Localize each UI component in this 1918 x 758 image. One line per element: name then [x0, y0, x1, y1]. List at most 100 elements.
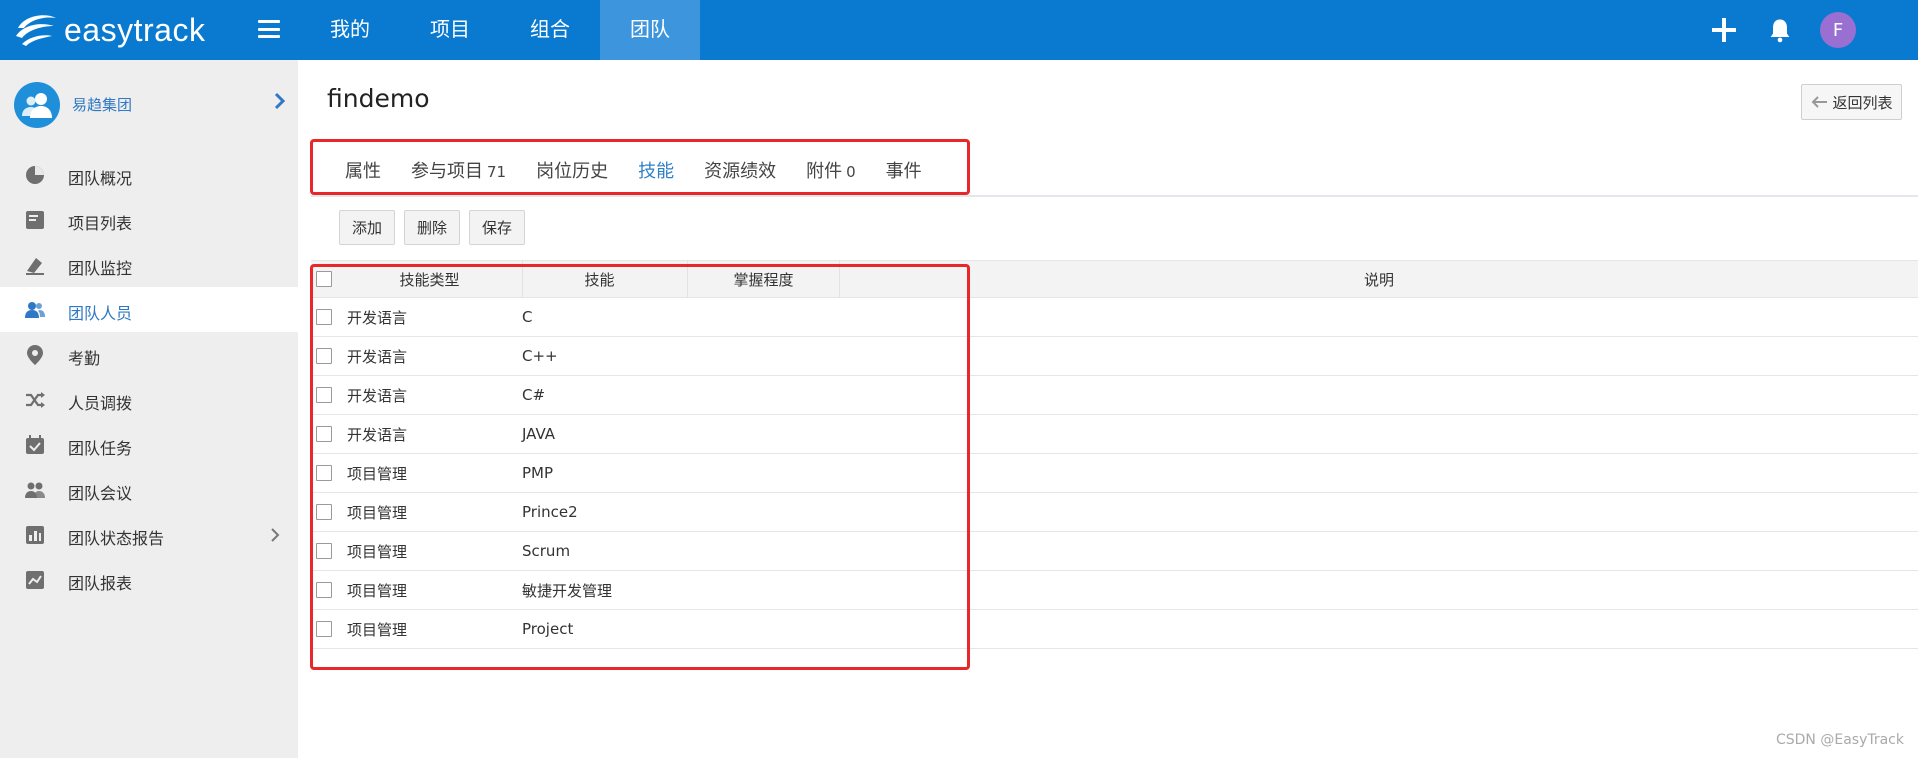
sidebar-item-team-tasks[interactable]: 团队任务 [0, 422, 298, 467]
row-checkbox[interactable] [316, 348, 332, 364]
row-checkbox[interactable] [316, 504, 332, 520]
cell-description[interactable] [840, 532, 1918, 570]
sidebar-item-team-members[interactable]: 团队人员 [0, 287, 298, 332]
sidebar: 易趋集团 团队概况 项目列表 团队监控 团队人员 考勤 人员调拨 团队任务 团队… [0, 60, 298, 758]
cell-description[interactable] [840, 454, 1918, 492]
cell-skill[interactable]: C++ [512, 337, 688, 375]
cell-description[interactable] [840, 376, 1918, 414]
table-row[interactable]: 项目管理 Prince2 [311, 493, 1918, 532]
nav-item-mine[interactable]: 我的 [300, 0, 400, 60]
save-button[interactable]: 保存 [469, 210, 526, 245]
table-row[interactable]: 开发语言 JAVA [311, 415, 1918, 454]
cell-skill-type[interactable]: 项目管理 [337, 610, 523, 648]
cell-skill-type[interactable]: 项目管理 [337, 454, 523, 492]
cell-skill[interactable]: C# [512, 376, 688, 414]
tab-resource-performance[interactable]: 资源绩效 [689, 152, 791, 196]
cell-skill[interactable]: PMP [512, 454, 688, 492]
cell-skill[interactable]: JAVA [512, 415, 688, 453]
cell-proficiency[interactable] [688, 376, 840, 414]
cell-description[interactable] [840, 610, 1918, 648]
sidebar-item-team-reports[interactable]: 团队报表 [0, 557, 298, 602]
back-to-list-button[interactable]: 返回列表 [1801, 84, 1902, 120]
tab-label: 资源绩效 [704, 161, 777, 182]
cell-proficiency[interactable] [688, 493, 840, 531]
nav-item-team[interactable]: 团队 [600, 0, 700, 60]
menu-toggle-icon[interactable] [258, 20, 280, 38]
cell-skill[interactable]: Project [512, 610, 688, 648]
row-checkbox[interactable] [316, 621, 332, 637]
row-checkbox[interactable] [316, 465, 332, 481]
sidebar-item-staff-transfer[interactable]: 人员调拨 [0, 377, 298, 422]
cell-proficiency[interactable] [688, 298, 840, 336]
row-checkbox[interactable] [316, 387, 332, 403]
chevron-right-icon[interactable] [274, 92, 286, 110]
tab-projects[interactable]: 参与项目 71 [396, 152, 521, 196]
tab-attributes[interactable]: 属性 [330, 152, 396, 196]
user-avatar[interactable]: F [1820, 12, 1856, 48]
cell-skill-type[interactable]: 开发语言 [337, 415, 523, 453]
cell-skill-type[interactable]: 开发语言 [337, 337, 523, 375]
row-checkbox[interactable] [316, 543, 332, 559]
sidebar-item-attendance[interactable]: 考勤 [0, 332, 298, 377]
nav-item-portfolio[interactable]: 组合 [500, 0, 600, 60]
delete-button[interactable]: 删除 [404, 210, 461, 245]
add-button[interactable]: 添加 [339, 210, 396, 245]
table-row[interactable]: 项目管理 PMP [311, 454, 1918, 493]
column-header-skill-type[interactable]: 技能类型 [337, 261, 523, 297]
cell-description[interactable] [840, 571, 1918, 609]
row-select-cell [311, 610, 337, 648]
cell-proficiency[interactable] [688, 454, 840, 492]
team-people-icon [22, 93, 52, 118]
cell-description[interactable] [840, 493, 1918, 531]
cell-skill[interactable]: C [512, 298, 688, 336]
cell-skill-type[interactable]: 开发语言 [337, 298, 523, 336]
row-checkbox[interactable] [316, 582, 332, 598]
column-header-skill[interactable]: 技能 [512, 261, 688, 297]
table-row[interactable]: 项目管理 Project [311, 610, 1918, 649]
cell-proficiency[interactable] [688, 610, 840, 648]
row-checkbox[interactable] [316, 426, 332, 442]
sidebar-item-monitor[interactable]: 团队监控 [0, 242, 298, 287]
table-row[interactable]: 开发语言 C [311, 298, 1918, 337]
sidebar-item-status-report[interactable]: 团队状态报告 [0, 512, 298, 557]
cell-skill-type[interactable]: 项目管理 [337, 571, 523, 609]
cell-proficiency[interactable] [688, 415, 840, 453]
cell-skill-type[interactable]: 项目管理 [337, 493, 523, 531]
table-row[interactable]: 项目管理 敏捷开发管理 [311, 571, 1918, 610]
tab-count: 71 [487, 163, 507, 181]
tab-count: 0 [846, 163, 856, 181]
cell-skill-type[interactable]: 项目管理 [337, 532, 523, 570]
cell-skill[interactable]: Prince2 [512, 493, 688, 531]
sidebar-item-team-meetings[interactable]: 团队会议 [0, 467, 298, 512]
table-row[interactable]: 项目管理 Scrum [311, 532, 1918, 571]
team-header[interactable]: 易趋集团 [0, 60, 298, 148]
tab-position-history[interactable]: 岗位历史 [521, 152, 623, 196]
sidebar-item-label: 人员调拨 [68, 394, 133, 413]
select-all-checkbox[interactable] [316, 271, 332, 287]
tab-events[interactable]: 事件 [871, 152, 937, 196]
tab-skills[interactable]: 技能 [623, 152, 690, 196]
add-icon[interactable] [1710, 16, 1738, 44]
tab-attachments[interactable]: 附件 0 [791, 152, 871, 196]
cell-proficiency[interactable] [688, 571, 840, 609]
bell-icon[interactable] [1766, 16, 1794, 44]
nav-item-projects[interactable]: 项目 [400, 0, 500, 60]
cell-description[interactable] [840, 298, 1918, 336]
sidebar-item-project-list[interactable]: 项目列表 [0, 197, 298, 242]
cell-skill[interactable]: 敏捷开发管理 [512, 571, 688, 609]
table-row[interactable]: 开发语言 C++ [311, 337, 1918, 376]
sidebar-item-label: 团队状态报告 [68, 529, 165, 548]
table-row[interactable]: 开发语言 C# [311, 376, 1918, 415]
cell-proficiency[interactable] [688, 532, 840, 570]
column-header-description[interactable]: 说明 [840, 261, 1918, 297]
tab-label: 技能 [638, 161, 675, 182]
brand-logo[interactable]: easytrack [14, 8, 205, 52]
cell-description[interactable] [840, 415, 1918, 453]
cell-skill-type[interactable]: 开发语言 [337, 376, 523, 414]
cell-description[interactable] [840, 337, 1918, 375]
column-header-proficiency[interactable]: 掌握程度 [688, 261, 840, 297]
row-checkbox[interactable] [316, 309, 332, 325]
cell-proficiency[interactable] [688, 337, 840, 375]
sidebar-item-overview[interactable]: 团队概况 [0, 152, 298, 197]
cell-skill[interactable]: Scrum [512, 532, 688, 570]
